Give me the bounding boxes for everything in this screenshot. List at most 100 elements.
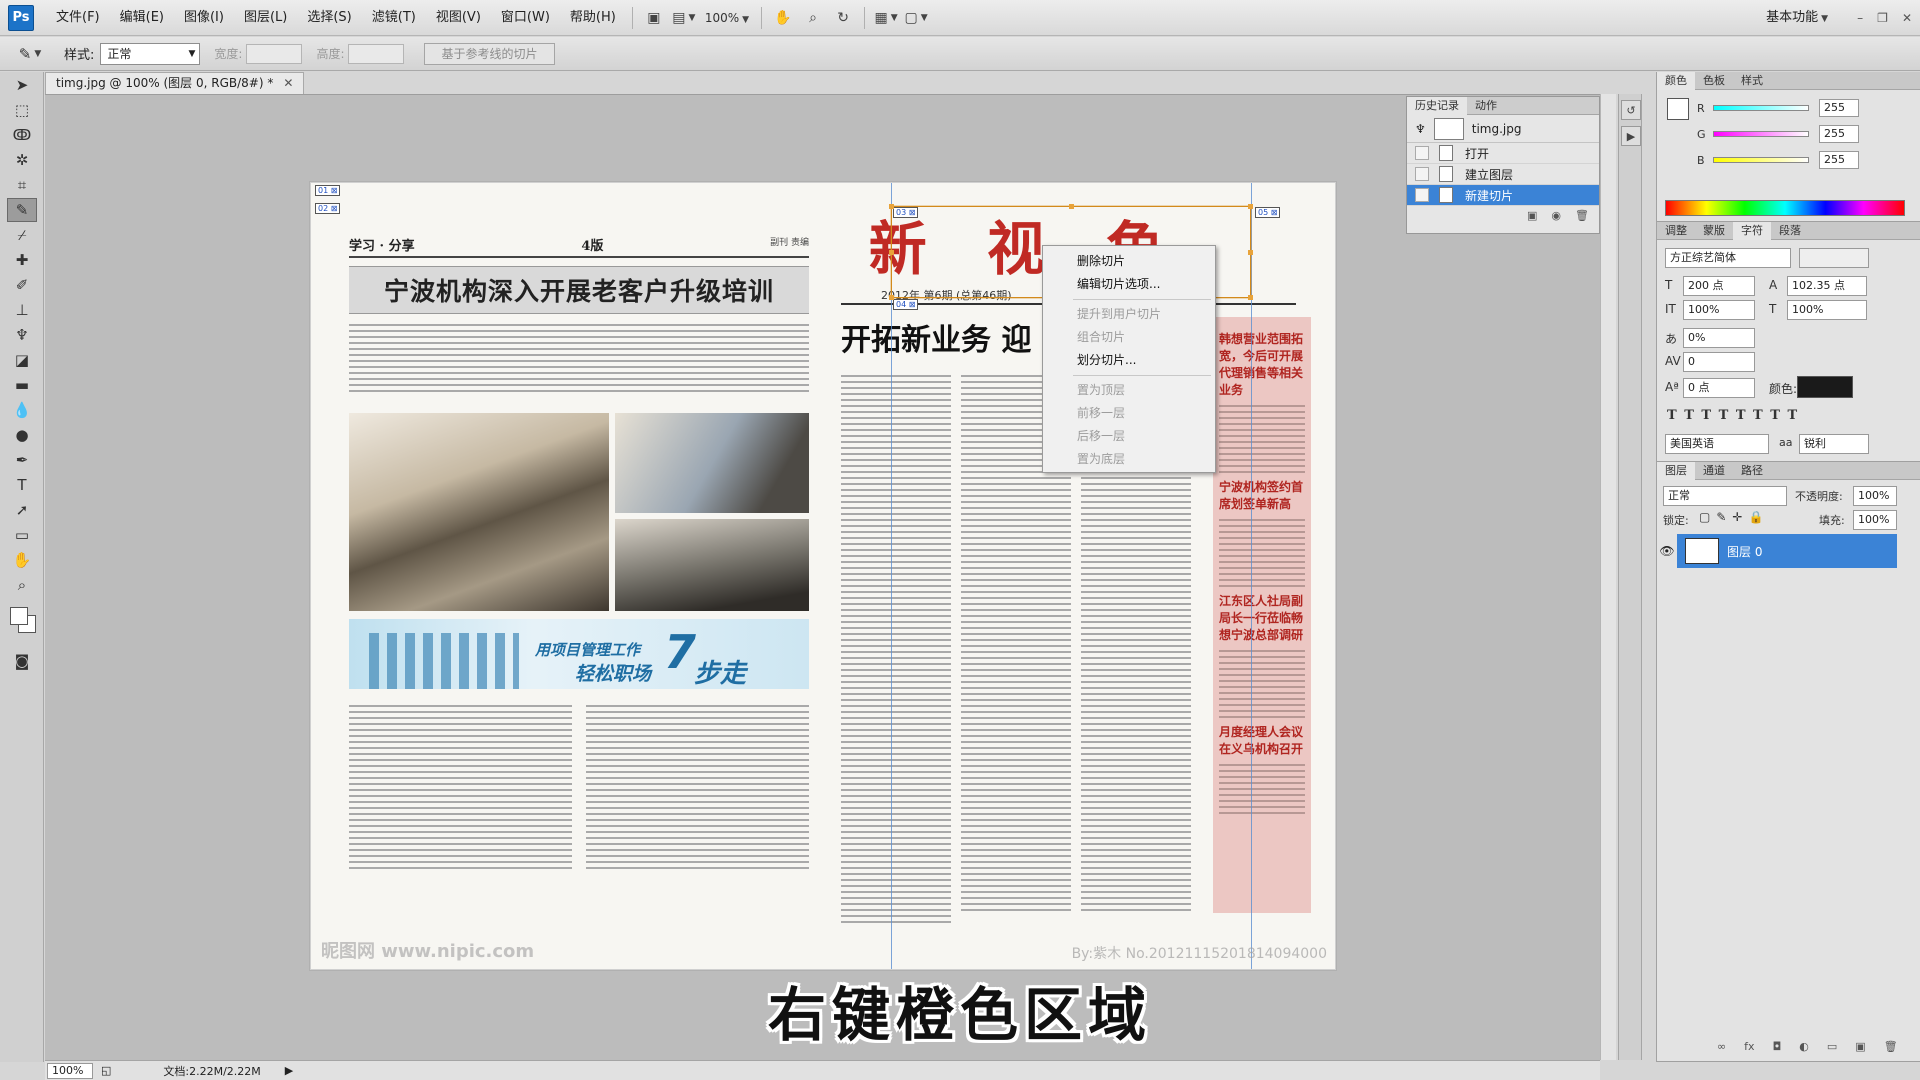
tsume-field[interactable]: 0% xyxy=(1683,328,1755,348)
menu-view[interactable]: 视图(V) xyxy=(426,0,491,36)
hand-tool-icon[interactable]: ✋ xyxy=(770,7,796,29)
slice-tool-icon[interactable]: ✎ xyxy=(7,198,37,222)
red-slider[interactable]: R 255 xyxy=(1697,98,1859,118)
type-style-buttons[interactable]: TTTTTTTT xyxy=(1667,408,1805,423)
vertical-scrollbar[interactable] xyxy=(1600,94,1616,1060)
actions-dock-icon[interactable]: ▶ xyxy=(1621,126,1641,146)
font-family-select[interactable]: 方正综艺简体 xyxy=(1665,248,1791,268)
path-select-icon[interactable]: ➚ xyxy=(7,498,37,522)
crop-tool-icon[interactable]: ⌗ xyxy=(7,173,37,197)
history-step-active[interactable]: 新建切片 xyxy=(1407,185,1599,206)
tab-styles[interactable]: 样式 xyxy=(1733,72,1771,90)
tab-actions[interactable]: 动作 xyxy=(1467,97,1505,115)
lasso-tool-icon[interactable]: ↂ xyxy=(7,123,37,147)
foreground-color-swatch[interactable] xyxy=(1667,98,1689,120)
horizontal-scale-field[interactable]: 100% xyxy=(1787,300,1867,320)
blend-mode-select[interactable]: 正常 xyxy=(1663,486,1787,506)
leading-field[interactable]: 102.35 点 xyxy=(1787,276,1867,296)
antialias-select[interactable]: 锐利 xyxy=(1799,434,1869,454)
menu-item-combine-slices[interactable]: 组合切片 xyxy=(1043,326,1215,349)
height-field[interactable] xyxy=(348,43,405,64)
menu-item-edit-slice-options[interactable]: 编辑切片选项... xyxy=(1043,273,1215,296)
screen-mode-icon[interactable]: ▢ ▼ xyxy=(903,7,929,29)
menu-edit[interactable]: 编辑(E) xyxy=(110,0,174,36)
status-zoom-field[interactable]: 100% xyxy=(47,1062,93,1079)
green-slider[interactable]: G 255 xyxy=(1697,124,1859,144)
pen-tool-icon[interactable]: ✒ xyxy=(7,448,37,472)
tab-paragraph[interactable]: 段落 xyxy=(1771,222,1809,240)
opacity-field[interactable]: 100% xyxy=(1853,486,1897,506)
tab-masks[interactable]: 蒙版 xyxy=(1695,222,1733,240)
menu-item-send-to-back[interactable]: 置为底层 xyxy=(1043,448,1215,471)
tab-history[interactable]: 历史记录 xyxy=(1407,96,1467,115)
type-tool-icon[interactable]: T xyxy=(7,473,37,497)
close-tab-icon[interactable]: ✕ xyxy=(283,76,293,90)
blur-tool-icon[interactable]: 💧 xyxy=(7,398,37,422)
kerning-field[interactable]: 0 xyxy=(1683,352,1755,372)
fill-field[interactable]: 100% xyxy=(1853,510,1897,530)
tab-character[interactable]: 字符 xyxy=(1733,221,1771,240)
menu-layer[interactable]: 图层(L) xyxy=(234,0,297,36)
bridge-icon[interactable]: ▣ xyxy=(641,7,667,29)
language-select[interactable]: 美国英语 xyxy=(1665,434,1769,454)
tab-channels[interactable]: 通道 xyxy=(1695,462,1733,480)
brush-tool-icon[interactable]: ✐ xyxy=(7,273,37,297)
eraser-icon[interactable]: ◪ xyxy=(7,348,37,372)
history-brush-icon[interactable]: ♆ xyxy=(7,323,37,347)
menu-item-divide-slice[interactable]: 划分切片... xyxy=(1043,349,1215,372)
tab-layers[interactable]: 图层 xyxy=(1657,461,1695,480)
clone-stamp-icon[interactable]: ⊥ xyxy=(7,298,37,322)
slices-from-guides-button[interactable]: 基于参考线的切片 xyxy=(424,42,555,65)
healing-brush-icon[interactable]: ✚ xyxy=(7,248,37,272)
slice-handle[interactable] xyxy=(1248,295,1253,300)
slice-handle[interactable] xyxy=(889,295,894,300)
menu-item-bring-to-front[interactable]: 置为顶层 xyxy=(1043,379,1215,402)
move-tool-icon[interactable]: ➤ xyxy=(7,73,37,97)
history-snapshot[interactable]: ♆ timg.jpg xyxy=(1407,115,1599,143)
slice-handle[interactable] xyxy=(1248,250,1253,255)
blue-slider[interactable]: B 255 xyxy=(1697,150,1859,170)
camera-snapshot-icon[interactable]: ◉ xyxy=(1551,209,1561,222)
eye-icon[interactable]: 👁 xyxy=(1657,534,1677,568)
history-brush-source-icon[interactable]: ♆ xyxy=(1415,122,1426,136)
menu-help[interactable]: 帮助(H) xyxy=(560,0,626,36)
slice-handle[interactable] xyxy=(889,204,894,209)
layer-row[interactable]: 👁 图层 0 xyxy=(1657,534,1897,568)
marquee-tool-icon[interactable]: ⬚ xyxy=(7,98,37,122)
quick-mask-icon[interactable]: ◙ xyxy=(7,649,37,673)
tab-paths[interactable]: 路径 xyxy=(1733,462,1771,480)
hand-tool-icon[interactable]: ✋ xyxy=(7,548,37,572)
font-size-field[interactable]: 200 点 xyxy=(1683,276,1755,296)
magic-wand-icon[interactable]: ✲ xyxy=(7,148,37,172)
menu-filter[interactable]: 滤镜(T) xyxy=(362,0,426,36)
document-tab[interactable]: timg.jpg @ 100% (图层 0, RGB/8#) * ✕ xyxy=(45,72,305,94)
menu-item-promote-slice[interactable]: 提升到用户切片 xyxy=(1043,303,1215,326)
tab-adjustments[interactable]: 调整 xyxy=(1657,222,1695,240)
restore-icon[interactable]: ❐ xyxy=(1877,11,1888,25)
history-step[interactable]: 建立图层 xyxy=(1407,164,1599,185)
new-document-from-state-icon[interactable]: ▣ xyxy=(1527,209,1537,222)
slice-handle[interactable] xyxy=(889,250,894,255)
width-field[interactable] xyxy=(246,43,303,64)
rotate-view-icon[interactable]: ↻ xyxy=(830,7,856,29)
history-step[interactable]: 打开 xyxy=(1407,143,1599,164)
lock-icons[interactable]: ▢✎✛🔒 xyxy=(1699,510,1769,524)
style-select[interactable]: 正常 ▼ xyxy=(100,42,201,65)
status-menu-arrow-icon[interactable]: ▶ xyxy=(285,1064,293,1077)
close-icon[interactable]: ✕ xyxy=(1902,11,1912,25)
zoom-tool-icon[interactable]: ⌕ xyxy=(7,573,37,597)
text-color-swatch[interactable] xyxy=(1797,376,1853,398)
font-style-select[interactable] xyxy=(1799,248,1869,268)
shape-tool-icon[interactable]: ▭ xyxy=(7,523,37,547)
color-swatches[interactable] xyxy=(6,603,37,643)
tab-color[interactable]: 颜色 xyxy=(1657,71,1695,90)
color-spectrum-bar[interactable] xyxy=(1665,200,1905,216)
history-dock-icon[interactable]: ↺ xyxy=(1621,100,1641,120)
menu-file[interactable]: 文件(F) xyxy=(46,0,110,36)
vertical-scale-field[interactable]: 100% xyxy=(1683,300,1755,320)
zoom-tool-icon[interactable]: ⌕ xyxy=(800,7,826,29)
eyedropper-icon[interactable]: ⌿ xyxy=(7,223,37,247)
minimize-icon[interactable]: – xyxy=(1857,11,1863,25)
baseline-shift-field[interactable]: 0 点 xyxy=(1683,378,1755,398)
foreground-color-swatch[interactable] xyxy=(10,607,28,625)
